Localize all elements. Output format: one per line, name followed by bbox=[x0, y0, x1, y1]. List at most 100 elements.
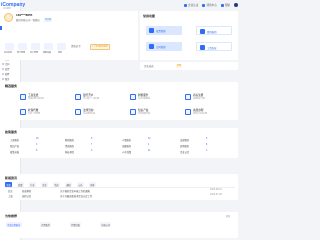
tile-label: 发票管理 bbox=[156, 30, 166, 33]
policy-key[interactable]: 工商服务 bbox=[10, 138, 19, 142]
policy-count: 8 bbox=[91, 138, 93, 140]
topbar-item-0[interactable]: 企业认证 bbox=[184, 3, 198, 7]
service-item-7[interactable]: 资质办理 各类许可证办理 bbox=[185, 108, 225, 118]
news-type: 高新认定 bbox=[22, 196, 32, 198]
recommend-item[interactable]: 代理记账 bbox=[70, 222, 82, 227]
dynamic-label: 企业动态 bbox=[144, 65, 154, 68]
trademark-icon bbox=[185, 94, 191, 100]
policy-key[interactable]: 知识产权 bbox=[10, 144, 19, 148]
quick-tile-0[interactable]: 发票管理 bbox=[146, 26, 182, 35]
policy-count: 11 bbox=[148, 150, 151, 152]
tool-label: 部门管理 bbox=[17, 52, 26, 54]
topbar-label: 企业认证 bbox=[188, 4, 199, 7]
policy-count: 7 bbox=[91, 144, 93, 146]
recommend-item[interactable]: 企业信用报告 bbox=[6, 222, 22, 227]
service-item-1[interactable]: 银行开户 对公账户一站办理 bbox=[75, 93, 115, 103]
sidebar-item-7[interactable]: 合同 bbox=[0, 62, 21, 66]
recommend-title: 为你推荐 bbox=[5, 214, 18, 218]
tool-2-icon[interactable] bbox=[31, 43, 40, 50]
profile-desc: 股份有限公司 · 管理员 bbox=[16, 19, 40, 22]
cert-warning-badge[interactable]: 1 个证书即将到期 bbox=[90, 44, 110, 50]
avatar bbox=[4, 13, 13, 22]
policy-count: 16 bbox=[36, 138, 39, 140]
tile-label: 费用报销 bbox=[207, 31, 217, 34]
service-item-6[interactable]: 知识产权 专利软著申请 bbox=[130, 108, 170, 118]
topbar-label: 消息中心 bbox=[206, 4, 217, 7]
policy-key[interactable]: 法律服务 bbox=[180, 138, 189, 142]
service-desc: 五险一金管理 bbox=[28, 113, 41, 115]
tool-label: 权限设置 bbox=[43, 52, 52, 54]
law-icon bbox=[75, 109, 81, 115]
news-headline[interactable]: 关于开展高新技术企业认定工作 bbox=[60, 194, 92, 198]
policy-count: 12 bbox=[148, 138, 151, 140]
policy-count: 2 bbox=[91, 150, 93, 152]
quick-tile-3[interactable]: 工资发放 bbox=[196, 42, 232, 51]
recommend-item[interactable]: 开票服务 bbox=[40, 222, 52, 227]
sidebar-label: 发票 bbox=[5, 69, 10, 71]
quick-card bbox=[140, 11, 238, 60]
recommend-card bbox=[2, 212, 238, 238]
service-desc: 专业记账报税 bbox=[138, 98, 151, 100]
tool-4-icon[interactable] bbox=[57, 43, 66, 50]
service-item-4[interactable]: 社保代缴 五险一金管理 bbox=[20, 108, 60, 118]
sidebar-item-9[interactable]: 招聘 bbox=[0, 72, 21, 76]
topbar: 企业认证 消息中心 帮助 bbox=[21, 0, 240, 11]
service-desc: 快速办理工商业务 bbox=[28, 98, 45, 100]
service-item-5[interactable]: 法律咨询 专业律师在线 bbox=[75, 108, 115, 118]
service-desc: 专业律师在线 bbox=[83, 113, 96, 115]
tool-label: 审批 bbox=[58, 52, 63, 54]
policy-key[interactable]: 人事服务 bbox=[122, 138, 131, 142]
policy-key[interactable]: 政策补贴 bbox=[10, 150, 19, 154]
topbar-item-1[interactable]: 消息中心 bbox=[202, 3, 217, 7]
sidebar-label: 服务 bbox=[5, 79, 10, 81]
policy-key[interactable]: 科技项目 bbox=[65, 150, 74, 154]
policy-count: 1 bbox=[206, 150, 208, 152]
contract-icon bbox=[149, 44, 154, 49]
policy-count: 3 bbox=[36, 144, 38, 146]
bank-icon bbox=[75, 94, 81, 100]
verify-icon bbox=[184, 3, 188, 7]
receipt-icon bbox=[200, 29, 205, 34]
quick-tile-1[interactable]: 费用报销 bbox=[196, 26, 232, 35]
service-desc: 专利软著申请 bbox=[138, 113, 151, 115]
news-title: 新闻资讯 bbox=[5, 176, 18, 180]
service-item-0[interactable]: 工商变更 快速办理工商业务 bbox=[20, 93, 60, 103]
shield-icon bbox=[20, 109, 26, 115]
tool-0-icon[interactable] bbox=[5, 43, 14, 50]
divider bbox=[5, 187, 235, 188]
quick-tile-2[interactable]: 合同管理 bbox=[146, 42, 182, 51]
policy-key[interactable]: 人才政策 bbox=[122, 150, 131, 154]
bell-icon bbox=[202, 3, 206, 7]
topbar-item-2[interactable]: 帮助 bbox=[220, 3, 230, 7]
profile-name: 139****8855 bbox=[16, 13, 33, 17]
business-icon bbox=[20, 94, 26, 100]
policy-key[interactable]: 企业认定 bbox=[180, 150, 189, 154]
policy-key[interactable]: 金融服务 bbox=[122, 144, 131, 148]
sidebar-item-10[interactable]: 服务 bbox=[0, 77, 21, 81]
tool-label: 员工管理 bbox=[30, 52, 39, 54]
quick-title: 常用功能 bbox=[143, 14, 156, 18]
news-headline[interactable]: 关于做好企业年报工作的通知 bbox=[60, 189, 90, 193]
service-item-2[interactable]: 财税服务 专业记账报税 bbox=[130, 93, 170, 103]
service-item-3[interactable]: 商标注册 品牌保护专家 bbox=[185, 93, 225, 103]
policy-key[interactable]: 财税服务 bbox=[65, 138, 74, 142]
tool-1-icon[interactable] bbox=[18, 43, 27, 50]
sidebar-item-8[interactable]: 发票 bbox=[0, 67, 21, 71]
policy-count: 6 bbox=[36, 150, 38, 152]
patent-icon bbox=[130, 109, 136, 115]
tool-label: 企业信息 bbox=[4, 52, 13, 54]
salary-icon bbox=[200, 45, 205, 50]
policies-title: 政策服务 bbox=[5, 130, 18, 134]
user-avatar[interactable] bbox=[234, 3, 238, 7]
invoice-icon bbox=[2, 68, 4, 70]
recommend-item[interactable]: 注册公司 bbox=[100, 222, 112, 227]
dynamic-bar[interactable] bbox=[140, 62, 238, 70]
services-title: 精选服务 bbox=[5, 84, 18, 88]
service-desc: 品牌保护专家 bbox=[193, 98, 206, 100]
recommend-more-link[interactable]: 更多 bbox=[226, 214, 230, 218]
policy-key[interactable]: 资质服务 bbox=[65, 144, 74, 148]
tool-3-icon[interactable] bbox=[44, 43, 53, 50]
policy-key[interactable]: 其他服务 bbox=[180, 144, 189, 148]
dynamic-badge: 重要 bbox=[176, 64, 183, 68]
topbar-label: 帮助 bbox=[224, 4, 230, 7]
